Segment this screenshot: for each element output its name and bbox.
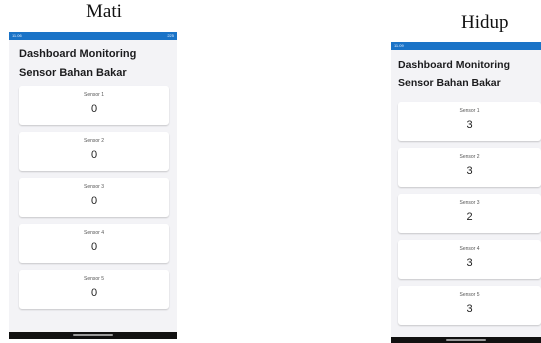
page-title-line1: Dashboard Monitoring [398, 59, 510, 71]
status-bar: 11.06 225 [9, 32, 177, 40]
sensor-card-2[interactable]: Sensor 2 0 [19, 132, 169, 171]
sensor-value: 0 [90, 287, 98, 299]
page-title: Dashboard Monitoring Sensor Bahan Bakar [19, 45, 136, 83]
sensor-card-4[interactable]: Sensor 4 3 [398, 240, 541, 279]
sensor-label: Sensor 4 [459, 246, 480, 252]
sensor-value: 3 [466, 165, 473, 177]
status-time: 11.06 [12, 33, 22, 38]
sensor-label: Sensor 4 [83, 230, 104, 236]
sensor-card-3[interactable]: Sensor 3 0 [19, 178, 169, 217]
sensor-label: Sensor 1 [83, 92, 104, 98]
sensor-card-3[interactable]: Sensor 3 2 [398, 194, 541, 233]
sensor-value: 3 [466, 303, 473, 315]
status-bar: 11.09 [391, 42, 541, 50]
phone-screen-mati: 11.06 225 Dashboard Monitoring Sensor Ba… [9, 32, 177, 339]
sensor-card-5[interactable]: Sensor 5 0 [19, 270, 169, 309]
phone-screen-hidup: 11.09 Dashboard Monitoring Sensor Bahan … [391, 42, 541, 343]
sensor-card-5[interactable]: Sensor 5 3 [398, 286, 541, 325]
page-title-line2: Sensor Bahan Bakar [398, 77, 501, 89]
sensor-label: Sensor 3 [83, 184, 104, 190]
sensor-label: Sensor 2 [459, 154, 480, 160]
navigation-bar [9, 332, 177, 339]
sensor-label: Sensor 3 [459, 200, 480, 206]
sensor-value: 0 [90, 149, 98, 161]
sensor-label: Sensor 5 [83, 276, 104, 282]
page-title: Dashboard Monitoring Sensor Bahan Bakar [398, 56, 510, 92]
navigation-bar [391, 337, 541, 343]
status-time: 11.09 [394, 43, 404, 48]
sensor-value: 3 [466, 119, 473, 131]
sensor-card-1[interactable]: Sensor 1 3 [398, 102, 541, 141]
sensor-card-1[interactable]: Sensor 1 0 [19, 86, 169, 125]
sensor-label: Sensor 5 [459, 292, 480, 298]
sensor-card-list: Sensor 1 3 Sensor 2 3 Sensor 3 2 Sensor … [398, 102, 541, 332]
sensor-value: 0 [90, 195, 98, 207]
sensor-value: 0 [90, 241, 98, 253]
sensor-label: Sensor 1 [459, 108, 480, 114]
page-title-line1: Dashboard Monitoring [19, 48, 137, 60]
home-handle[interactable] [73, 334, 113, 336]
sensor-card-2[interactable]: Sensor 2 3 [398, 148, 541, 187]
page-title-line2: Sensor Bahan Bakar [19, 67, 127, 79]
home-handle[interactable] [446, 339, 486, 341]
status-indicators: 225 [167, 33, 174, 38]
sensor-label: Sensor 2 [83, 138, 104, 144]
sensor-value: 0 [90, 103, 98, 115]
sensor-card-4[interactable]: Sensor 4 0 [19, 224, 169, 263]
sensor-card-list: Sensor 1 0 Sensor 2 0 Sensor 3 0 Sensor … [19, 86, 169, 316]
sensor-value: 2 [466, 211, 473, 223]
caption-hidup: Hidup [461, 12, 509, 33]
sensor-value: 3 [466, 257, 473, 269]
caption-mati: Mati [86, 1, 122, 22]
